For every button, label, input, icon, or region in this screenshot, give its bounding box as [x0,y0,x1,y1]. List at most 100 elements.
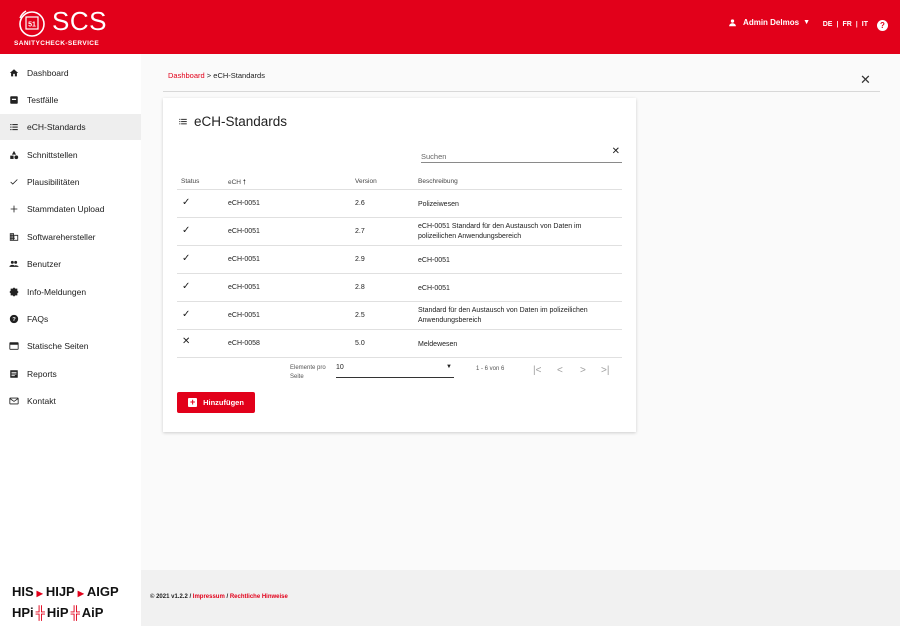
partner-logos: HIS ▶ HIJP ▶ AIGP HPi ╬ HiP ╬ AiP [12,582,119,622]
first-page-icon[interactable]: |< [533,365,541,376]
chevron-down-icon: ▼ [803,19,810,26]
sidebar-item-ech-standards[interactable]: eCH-Standards [0,114,141,140]
partner-aip: AiP [81,605,104,620]
search-input[interactable] [421,149,601,161]
legal-link[interactable]: Rechtliche Hinweise [230,594,288,600]
sidebar-item-label: Dashboard [27,68,69,78]
breadcrumb-dashboard-link[interactable]: Dashboard [168,71,205,80]
sidebar-item-testfaelle[interactable]: Testfälle [0,87,141,113]
add-button[interactable]: + Hinzufügen [177,392,255,413]
description-cell: Meldewesen [418,341,458,348]
list-icon [179,118,187,125]
breadcrumb-current: eCH-Standards [213,71,265,80]
partner-logos-line-1: HIS ▶ HIJP ▶ AIGP [12,582,119,603]
version-cell: 2.6 [355,200,365,207]
category-icon [9,150,19,160]
column-header-ech[interactable]: eCH 🠕 [228,178,246,189]
page-title: eCH-Standards [194,114,288,129]
description-cell: Standard für den Austausch von Daten im … [418,307,588,324]
description-cell: Polizeiwesen [418,201,459,208]
partner-aigp: AIGP [86,584,119,599]
svg-text:?: ? [12,317,16,323]
lang-it[interactable]: IT [862,21,868,28]
page-range: 1 - 6 von 6 [476,366,505,372]
sidebar-item-stammdaten-upload[interactable]: Stammdaten Upload [0,196,141,222]
lang-divider: | [855,21,858,28]
logo-subtitle: SANITYCHECK-SERVICE [14,40,100,47]
info-badge-icon [9,287,19,297]
previous-page-icon[interactable]: < [557,365,563,376]
table-row[interactable]: ✕ eCH-0058 5.0 Meldewesen [177,330,622,358]
sidebar-item-dashboard[interactable]: Dashboard [0,60,141,86]
partner-his: HIS [12,584,34,599]
sidebar-item-benutzer[interactable]: Benutzer [0,251,141,277]
user-name: Admin Delmos [743,18,800,27]
column-header-version[interactable]: Version [355,178,377,185]
ech-cell: eCH-0051 [228,256,260,263]
sidebar-item-softwarehersteller[interactable]: Softwarehersteller [0,224,141,250]
ech-cell: eCH-0051 [228,200,260,207]
lang-fr[interactable]: FR [842,21,851,28]
plus-icon [9,204,19,214]
partner-hpi: HPi [12,605,34,620]
help-icon[interactable]: ? [877,20,888,31]
table-row[interactable]: ✓ eCH-0051 2.7 eCH-0051 Standard für den… [177,218,622,246]
sidebar-item-label: Plausibilitäten [27,177,80,187]
sidebar-item-plausibilitaeten[interactable]: Plausibilitäten [0,169,141,195]
check-icon: ✓ [182,197,191,208]
impressum-link[interactable]: Impressum [193,594,225,600]
page-size-value: 10 [336,364,344,371]
sidebar-item-label: Schnittstellen [27,150,78,160]
sidebar-item-label: Benutzer [27,259,62,269]
page-size-select[interactable]: 10 ▼ [336,364,454,378]
sidebar-item-info-meldungen[interactable]: Info-Meldungen [0,279,141,305]
version-cell: 5.0 [355,340,365,347]
inbox-icon [9,95,19,105]
partner-logos-line-2: HPi ╬ HiP ╬ AiP [12,603,119,622]
table-row[interactable]: ✓ eCH-0051 2.6 Polizeiwesen [177,190,622,218]
close-icon[interactable]: ✕ [860,73,871,86]
clear-search-icon[interactable]: ✕ [612,146,620,157]
logo-text: SCS [52,6,107,36]
version-cell: 2.5 [355,312,365,319]
last-page-icon[interactable]: >| [601,365,609,376]
breadcrumb-separator: > [206,71,212,80]
column-header-status[interactable]: Status [181,178,199,185]
footer-separator: / [226,594,229,600]
logo-mark-icon: 51 [19,10,45,37]
help-circle-icon: ? [9,314,19,324]
check-icon: ✓ [182,281,191,292]
check-icon: ✓ [182,253,191,264]
lang-de[interactable]: DE [823,21,833,28]
ech-cell: eCH-0051 [228,228,260,235]
sidebar-item-kontakt[interactable]: Kontakt [0,388,141,414]
column-header-description[interactable]: Beschreibung [418,178,458,185]
app-header: 51 SCS SANITYCHECK-SERVICE Admin Delmos … [0,0,900,54]
logo-number: 51 [28,22,36,29]
footer-text: © 2021 v1.2.2 / Impressum / Rechtliche H… [150,594,288,600]
cross-icon: ╬ [70,605,80,620]
home-icon [9,68,19,78]
sidebar-item-reports[interactable]: Reports [0,361,141,387]
add-box-icon: + [188,397,198,407]
items-per-page-label: Elemente pro Seite [290,364,326,382]
sidebar-item-label: Kontakt [27,396,56,406]
partner-hijp: HIJP [45,584,75,599]
app-logo[interactable]: 51 SCS SANITYCHECK-SERVICE [14,6,124,50]
sidebar-item-schnittstellen[interactable]: Schnittstellen [0,142,141,168]
table-row[interactable]: ✓ eCH-0051 2.5 Standard für den Austausc… [177,302,622,330]
divider [163,91,880,92]
sidebar-item-statische-seiten[interactable]: Statische Seiten [0,333,141,359]
description-cell: eCH-0051 [418,285,450,292]
next-page-icon[interactable]: > [580,365,586,376]
sidebar-item-label: FAQs [27,314,49,324]
sidebar-item-label: eCH-Standards [27,122,86,132]
check-icon: ✓ [182,309,191,320]
user-menu[interactable]: Admin Delmos ▼ [728,18,810,27]
table-row[interactable]: ✓ eCH-0051 2.9 eCH-0051 [177,246,622,274]
sidebar-item-faqs[interactable]: ? FAQs [0,306,141,332]
table-row[interactable]: ✓ eCH-0051 2.8 eCH-0051 [177,274,622,302]
ech-standards-card: eCH-Standards ✕ Status eCH 🠕 Version Bes… [163,98,636,432]
version-cell: 2.7 [355,228,365,235]
check-icon [9,177,19,187]
